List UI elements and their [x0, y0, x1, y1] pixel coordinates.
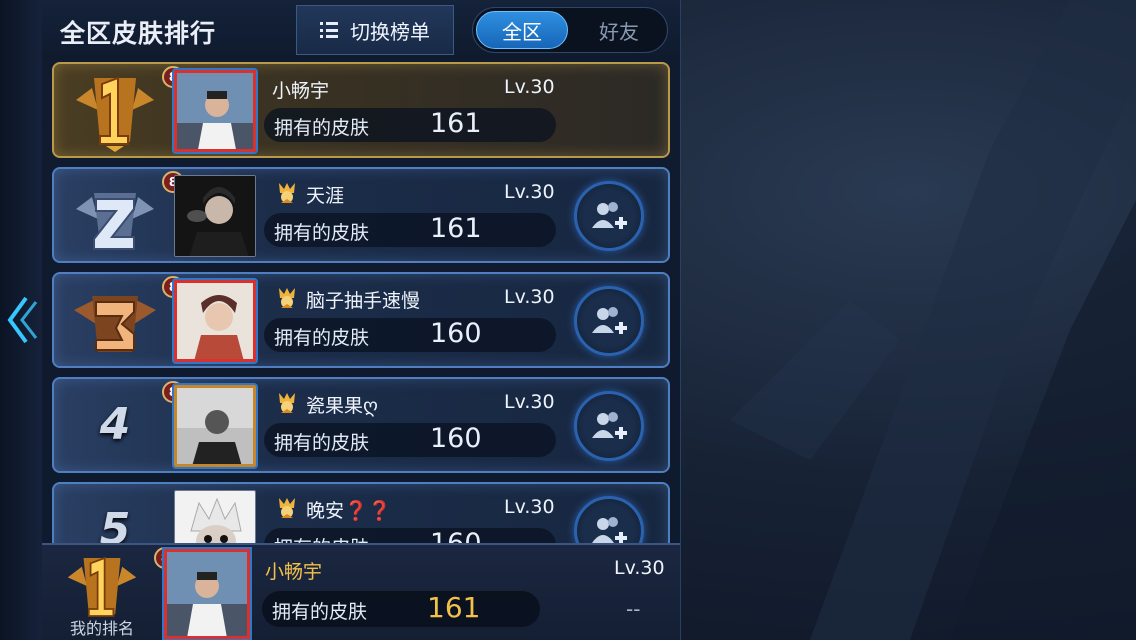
add-friend-button[interactable]: [574, 181, 644, 251]
bronze-rank-icon: [279, 498, 295, 518]
tab-friends[interactable]: 好友: [573, 11, 665, 49]
ranking-row-3[interactable]: 8 脑子抽手速慢 Lv.30 拥有的皮肤 160: [52, 272, 670, 368]
bronze-rank-medal: [74, 296, 156, 352]
my-avatar[interactable]: [164, 549, 250, 639]
avatar[interactable]: [174, 385, 256, 467]
player-name: 小畅宇: [272, 80, 330, 102]
skin-label: 拥有的皮肤: [274, 117, 370, 139]
my-rank-label: 我的排名: [70, 619, 135, 638]
skin-count-bar: 拥有的皮肤 160: [264, 423, 556, 457]
player-level: Lv.30: [504, 496, 555, 518]
header: 全区皮肤排行 切换榜单 全区 好友: [42, 0, 680, 60]
add-friend-button[interactable]: [574, 286, 644, 356]
skin-count: 161: [430, 108, 482, 139]
skin-label: 拥有的皮肤: [274, 222, 370, 244]
gold-rank-medal: [76, 76, 154, 152]
switch-leaderboard-button[interactable]: 切换榜单: [296, 5, 454, 55]
player-level: Lv.30: [504, 76, 555, 98]
skin-count-bar: 拥有的皮肤 160: [264, 318, 556, 352]
my-skin-count: 161: [427, 591, 481, 624]
skin-label: 拥有的皮肤: [274, 432, 370, 454]
avatar[interactable]: [174, 280, 256, 362]
ranking-row-2[interactable]: 8 天涯 Lv.30 拥有的皮肤 161: [52, 167, 670, 263]
bronze-rank-icon: [279, 288, 295, 308]
switch-leaderboard-label: 切换榜单: [350, 19, 430, 44]
add-friend-icon: [592, 202, 627, 229]
ranking-row-4[interactable]: 4 8 瓷果果ღ Lv.30 拥有的皮肤 160: [52, 377, 670, 473]
rank-number: 4: [99, 399, 131, 450]
add-friend-button[interactable]: [574, 391, 644, 461]
scope-toggle: 全区 好友: [472, 7, 668, 53]
add-friend-icon: [592, 412, 627, 439]
ranking-row-1[interactable]: 8 小畅宇 Lv.30 拥有的皮肤 161: [52, 62, 670, 158]
silver-rank-medal: [76, 193, 154, 250]
player-level: Lv.30: [504, 286, 555, 308]
skin-count: 161: [430, 213, 482, 244]
gold-rank-medal: [67, 556, 137, 617]
tab-all-region[interactable]: 全区: [476, 11, 568, 49]
add-friend-icon: [592, 307, 627, 334]
page-title: 全区皮肤排行: [60, 19, 217, 48]
player-name: 脑子抽手速慢: [306, 290, 421, 312]
avatar[interactable]: [174, 175, 256, 257]
player-name: 天涯: [306, 185, 345, 207]
skin-count: 160: [430, 318, 482, 349]
my-skin-count-bar: 拥有的皮肤 161: [262, 591, 540, 627]
bronze-rank-icon: [279, 393, 295, 413]
skin-label: 拥有的皮肤: [274, 327, 370, 349]
list-icon: [320, 22, 338, 38]
player-name: 晚安❓❓: [306, 500, 392, 522]
bronze-rank-icon: [279, 183, 295, 203]
my-level: Lv.30: [614, 557, 665, 579]
skin-label: 拥有的皮肤: [272, 601, 368, 623]
skin-count-bar: 拥有的皮肤 161: [264, 213, 556, 247]
skin-count: 160: [430, 423, 482, 454]
player-name: 瓷果果ღ: [306, 395, 378, 417]
player-level: Lv.30: [504, 181, 555, 203]
skin-count-bar: 拥有的皮肤 161: [264, 108, 556, 142]
my-name: 小畅宇: [265, 561, 323, 583]
rank-change: --: [626, 597, 641, 621]
avatar[interactable]: [174, 70, 256, 152]
double-chevron-left-icon[interactable]: [4, 288, 38, 352]
my-ranking-bar: 我的排名 8 小畅宇 Lv.30 拥有的皮肤 161 --: [42, 543, 680, 640]
background-emblem: [730, 0, 1136, 640]
player-level: Lv.30: [504, 391, 555, 413]
